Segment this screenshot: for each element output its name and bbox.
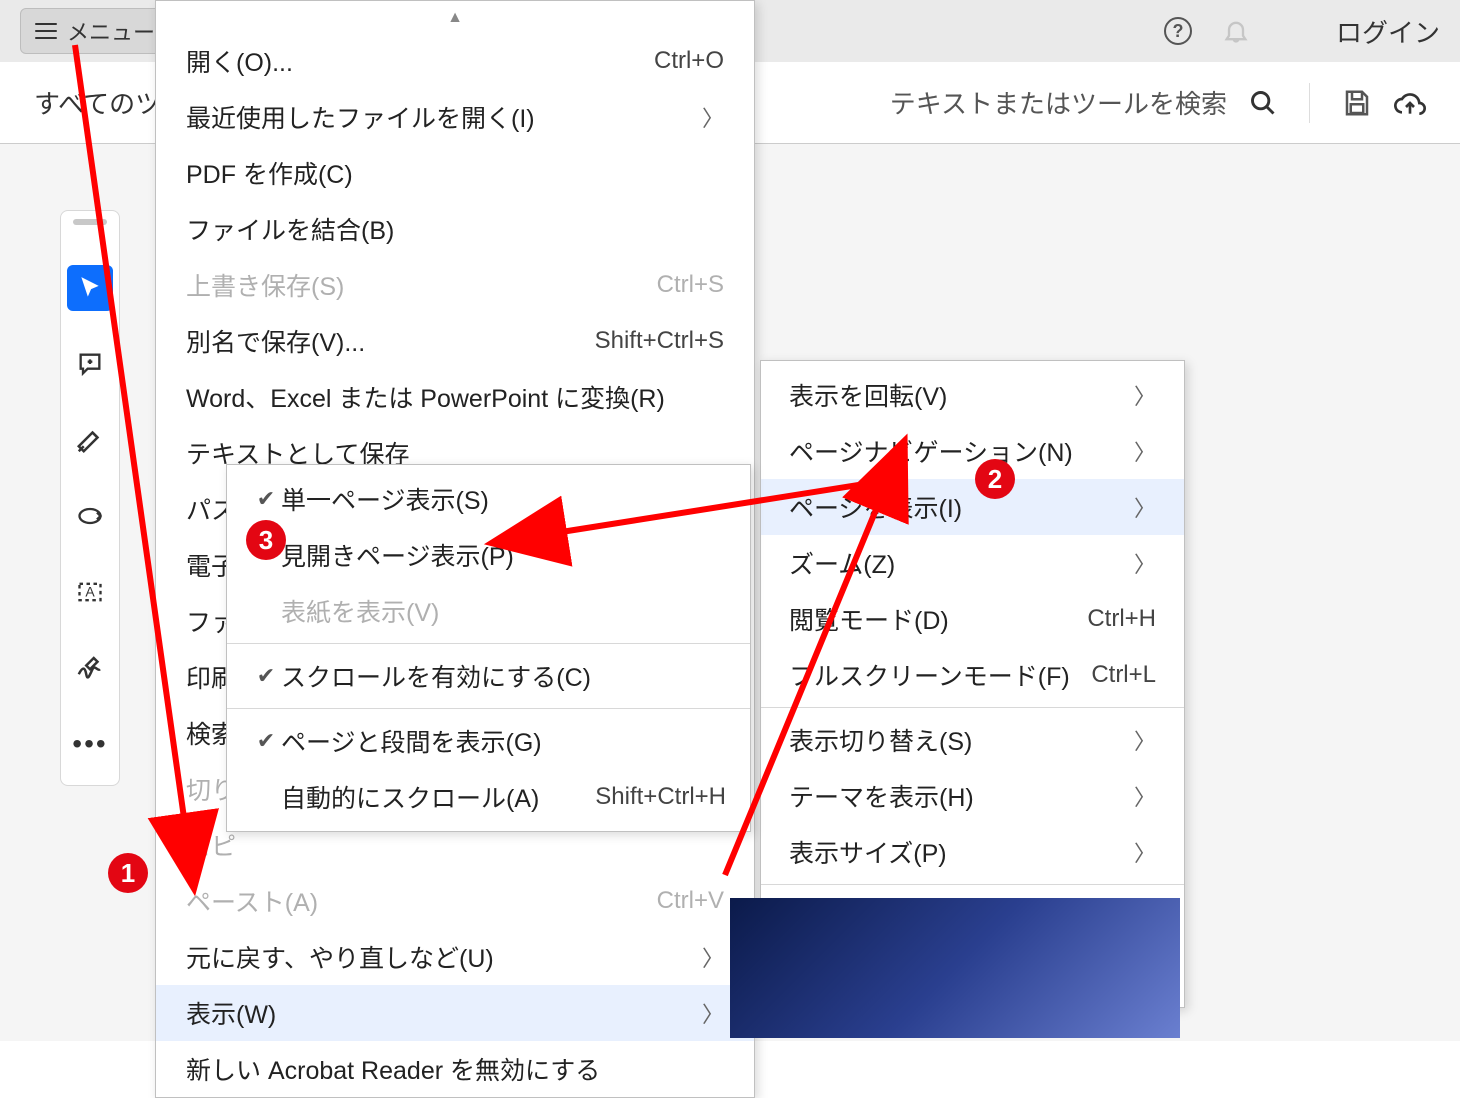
document-thumbnail	[730, 898, 1180, 1038]
menu-button[interactable]: メニュー	[20, 8, 170, 54]
menu-create-pdf[interactable]: PDF を作成(C)	[156, 145, 754, 201]
view-page-nav[interactable]: ページナビゲーション(N)〉	[761, 423, 1184, 479]
annotation-badge-1: 1	[108, 853, 148, 893]
help-icon[interactable]: ?	[1164, 17, 1192, 45]
menu-scroll-up-icon[interactable]: ▲	[156, 7, 754, 33]
view-switch[interactable]: 表示切り替え(S)〉	[761, 712, 1184, 768]
menu-undo[interactable]: 元に戻す、やり直しなど(U)〉	[156, 929, 754, 985]
annotation-badge-3: 3	[246, 520, 286, 560]
toolbar-divider	[1309, 83, 1310, 123]
annotation-badge-2: 2	[975, 459, 1015, 499]
chevron-right-icon: 〉	[702, 997, 724, 1029]
view-zoom[interactable]: ズーム(Z)〉	[761, 535, 1184, 591]
menu-recent[interactable]: 最近使用したファイルを開く(I)〉	[156, 89, 754, 145]
view-theme[interactable]: テーマを表示(H)〉	[761, 768, 1184, 824]
menu-convert[interactable]: Word、Excel または PowerPoint に変換(R)	[156, 369, 754, 425]
menu-open[interactable]: 開く(O)...Ctrl+O	[156, 33, 754, 89]
rail-handle[interactable]	[73, 219, 107, 225]
menu-save: 上書き保存(S)Ctrl+S	[156, 257, 754, 313]
bell-icon[interactable]	[1222, 17, 1250, 45]
chevron-right-icon: 〉	[1134, 547, 1156, 579]
check-icon: ✔	[251, 486, 281, 512]
view-rotate[interactable]: 表示を回転(V)〉	[761, 367, 1184, 423]
page-cover: 表紙を表示(V)	[227, 583, 750, 639]
view-read-mode[interactable]: 閲覧モード(D)Ctrl+H	[761, 591, 1184, 647]
search-icon[interactable]	[1249, 89, 1277, 117]
check-icon: ✔	[251, 663, 281, 689]
cloud-upload-icon[interactable]	[1394, 87, 1426, 119]
menu-disable-new[interactable]: 新しい Acrobat Reader を無効にする	[156, 1041, 754, 1097]
search-placeholder-text[interactable]: テキストまたはツールを検索	[890, 84, 1227, 121]
menu-paste: ペースト(A)Ctrl+V	[156, 873, 754, 929]
menu-combine[interactable]: ファイルを結合(B)	[156, 201, 754, 257]
chevron-right-icon: 〉	[702, 941, 724, 973]
save-icon[interactable]	[1342, 88, 1372, 118]
page-display-submenu: ✔単一ページ表示(S) 見開きページ表示(P) 表紙を表示(V) ✔スクロールを…	[226, 464, 751, 832]
tool-select[interactable]	[67, 265, 113, 311]
chevron-right-icon: 〉	[1134, 780, 1156, 812]
menu-separator	[761, 884, 1184, 885]
tool-highlight[interactable]	[67, 417, 113, 463]
chevron-right-icon: 〉	[1134, 435, 1156, 467]
menu-view[interactable]: 表示(W)〉	[156, 985, 754, 1041]
check-icon: ✔	[251, 728, 281, 754]
page-auto-scroll[interactable]: 自動的にスクロール(A)Shift+Ctrl+H	[227, 769, 750, 825]
menu-separator	[227, 708, 750, 709]
menu-save-as[interactable]: 別名で保存(V)...Shift+Ctrl+S	[156, 313, 754, 369]
page-gaps[interactable]: ✔ページと段間を表示(G)	[227, 713, 750, 769]
menu-button-label: メニュー	[67, 15, 155, 47]
view-page-display[interactable]: ページを表示(I)〉	[761, 479, 1184, 535]
tool-text-box[interactable]: A	[67, 569, 113, 615]
tool-more[interactable]: •••	[67, 721, 113, 767]
tool-sign[interactable]	[67, 645, 113, 691]
tool-comment[interactable]	[67, 341, 113, 387]
apps-icon[interactable]	[1280, 18, 1306, 44]
menu-separator	[761, 707, 1184, 708]
chevron-right-icon: 〉	[1134, 836, 1156, 868]
page-single[interactable]: ✔単一ページ表示(S)	[227, 471, 750, 527]
chevron-right-icon: 〉	[702, 101, 724, 133]
chevron-right-icon: 〉	[1134, 491, 1156, 523]
svg-text:A: A	[85, 584, 95, 600]
page-spread[interactable]: 見開きページ表示(P)	[227, 527, 750, 583]
tool-rail: A •••	[60, 210, 120, 786]
view-size[interactable]: 表示サイズ(P)〉	[761, 824, 1184, 880]
hamburger-icon	[35, 23, 57, 39]
chevron-right-icon: 〉	[1134, 724, 1156, 756]
login-button[interactable]: ログイン	[1336, 13, 1440, 50]
page-scroll[interactable]: ✔スクロールを有効にする(C)	[227, 648, 750, 704]
tool-eraser[interactable]	[67, 493, 113, 539]
menu-separator	[227, 643, 750, 644]
view-fullscreen[interactable]: フルスクリーンモード(F)Ctrl+L	[761, 647, 1184, 703]
chevron-right-icon: 〉	[1134, 379, 1156, 411]
